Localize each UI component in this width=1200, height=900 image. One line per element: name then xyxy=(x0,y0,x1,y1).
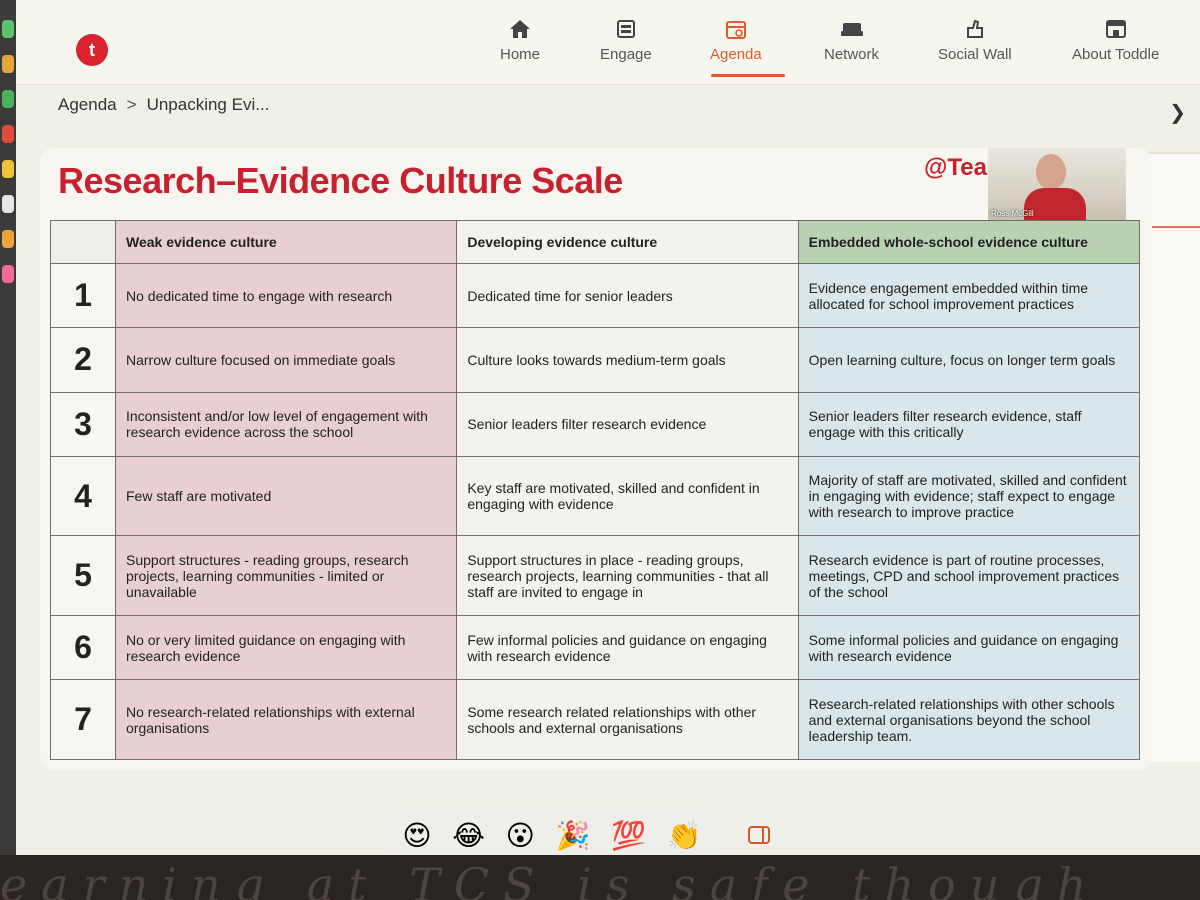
table-cell: Few informal policies and guidance on en… xyxy=(456,615,799,681)
table-row: 1 No dedicated time to engage with resea… xyxy=(50,262,1141,329)
chevron-right-icon: > xyxy=(126,95,137,114)
desk-surface-text: earning at TCS is safe though xyxy=(0,858,1101,900)
home-icon xyxy=(508,18,532,40)
network-icon xyxy=(840,18,864,40)
table-cell: Few staff are motivated xyxy=(114,455,458,537)
nav-label: Home xyxy=(500,46,541,63)
dock-app-icon[interactable] xyxy=(2,195,14,213)
table-cell: Some research related relationships with… xyxy=(456,679,799,760)
nav-item-about[interactable]: About Toddle xyxy=(1072,18,1159,63)
table-cell: No or very limited guidance on engaging … xyxy=(114,615,458,681)
laughing-icon[interactable]: 😂 xyxy=(452,822,485,850)
dock-app-icon[interactable] xyxy=(2,265,14,283)
presentation-slide: Research–Evidence Culture Scale @Tea Ros… xyxy=(40,148,1152,770)
table-row: 5 Support structures - reading groups, r… xyxy=(50,535,1141,617)
breadcrumb-root[interactable]: Agenda xyxy=(58,95,117,115)
dock-app-icon[interactable] xyxy=(2,20,14,38)
row-number: 5 xyxy=(50,535,116,617)
clapping-icon[interactable]: 👏 xyxy=(667,822,702,850)
table-cell: Key staff are motivated, skilled and con… xyxy=(456,455,799,537)
nav-item-network[interactable]: Network xyxy=(824,18,879,63)
nav-item-home[interactable]: Home xyxy=(500,18,540,63)
breadcrumb: Agenda > Unpacking Evi... xyxy=(58,95,269,115)
row-number: 1 xyxy=(50,262,116,329)
table-cell: Culture looks towards medium-term goals xyxy=(456,327,799,393)
hundred-icon[interactable]: 💯 xyxy=(611,822,646,850)
dock-app-icon[interactable] xyxy=(2,160,14,178)
presenter-head xyxy=(1036,154,1066,190)
nav-label: Agenda xyxy=(710,46,762,63)
slide-handle: @Tea xyxy=(924,154,987,181)
table-cell: Some informal policies and guidance on e… xyxy=(797,615,1141,681)
culture-scale-table: Weak evidence culture Developing evidenc… xyxy=(50,220,1141,760)
table-cell: No dedicated time to engage with researc… xyxy=(114,262,458,329)
row-number: 6 xyxy=(50,615,116,681)
engage-icon xyxy=(614,18,638,40)
table-cell: Narrow culture focused on immediate goal… xyxy=(114,327,458,393)
dock-app-icon[interactable] xyxy=(2,90,14,108)
about-icon xyxy=(1104,18,1128,40)
table-cell: Research evidence is part of routine pro… xyxy=(797,535,1141,617)
table-header-cell: Weak evidence culture xyxy=(114,220,458,264)
presenter-video[interactable]: Ross McGill xyxy=(988,148,1126,220)
mac-dock xyxy=(0,0,16,855)
row-number: 2 xyxy=(50,327,116,393)
table-cell: Support structures in place - reading gr… xyxy=(456,535,799,617)
row-number: 3 xyxy=(50,391,116,457)
table-cell: Inconsistent and/or low level of engagem… xyxy=(114,391,458,457)
dock-app-icon[interactable] xyxy=(2,125,14,143)
top-navigation-bar: t Home Engage Agenda Network Social Wall… xyxy=(16,0,1200,85)
table-cell: Research-related relationships with othe… xyxy=(797,679,1141,760)
table-cell: Support structures - reading groups, res… xyxy=(114,535,458,617)
table-cell: Majority of staff are motivated, skilled… xyxy=(797,455,1141,537)
table-header-cell: Developing evidence culture xyxy=(456,220,799,264)
toddle-logo[interactable]: t xyxy=(76,34,108,66)
table-cell: Evidence engagement embedded within time… xyxy=(797,262,1141,329)
active-tab-indicator xyxy=(711,74,785,77)
reaction-bar: 😍 😂 😮 🎉 💯 👏 xyxy=(382,810,722,855)
table-cell: Open learning culture, focus on longer t… xyxy=(797,327,1141,393)
table-header-cell xyxy=(50,220,116,264)
breadcrumb-current: Unpacking Evi... xyxy=(146,95,270,114)
nav-label: Engage xyxy=(600,46,652,63)
presenter-name: Ross McGill xyxy=(991,209,1034,218)
table-row: 7 No research-related relationships with… xyxy=(50,679,1141,760)
nav-item-engage[interactable]: Engage xyxy=(600,18,652,63)
heart-eyes-icon[interactable]: 😍 xyxy=(402,822,431,850)
side-panel-accent xyxy=(1151,226,1200,228)
nav-label: About Toddle xyxy=(1072,46,1160,63)
nav-item-social-wall[interactable]: Social Wall xyxy=(938,18,1012,63)
table-row: 3 Inconsistent and/or low level of engag… xyxy=(50,391,1141,457)
table-cell: No research-related relationships with e… xyxy=(114,679,458,760)
dock-app-icon[interactable] xyxy=(2,55,14,73)
app-window: t Home Engage Agenda Network Social Wall… xyxy=(0,0,1200,855)
agenda-icon xyxy=(724,18,748,40)
dock-app-icon[interactable] xyxy=(2,230,14,248)
table-row: 6 No or very limited guidance on engagin… xyxy=(50,615,1141,681)
table-row: 2 Narrow culture focused on immediate go… xyxy=(50,327,1141,393)
table-row: 4 Few staff are motivated Key staff are … xyxy=(50,455,1141,537)
nav-label: Network xyxy=(824,46,880,63)
table-cell: Senior leaders filter research evidence,… xyxy=(797,391,1141,457)
panel-toggle-icon[interactable] xyxy=(748,826,770,844)
surprised-icon[interactable]: 😮 xyxy=(506,822,535,850)
row-number: 7 xyxy=(50,679,116,760)
slide-title: Research–Evidence Culture Scale xyxy=(58,160,623,201)
nav-item-agenda[interactable]: Agenda xyxy=(710,18,762,63)
table-header-cell: Embedded whole-school evidence culture xyxy=(797,220,1141,264)
nav-label: Social Wall xyxy=(938,46,1012,63)
row-number: 4 xyxy=(50,455,116,537)
table-cell: Senior leaders filter research evidence xyxy=(456,391,799,457)
chevron-right-icon[interactable]: ❯ xyxy=(1169,100,1186,125)
party-popper-icon[interactable]: 🎉 xyxy=(556,822,591,850)
social-wall-icon xyxy=(963,18,987,40)
table-cell: Dedicated time for senior leaders xyxy=(456,262,799,329)
table-header-row: Weak evidence culture Developing evidenc… xyxy=(50,220,1141,264)
